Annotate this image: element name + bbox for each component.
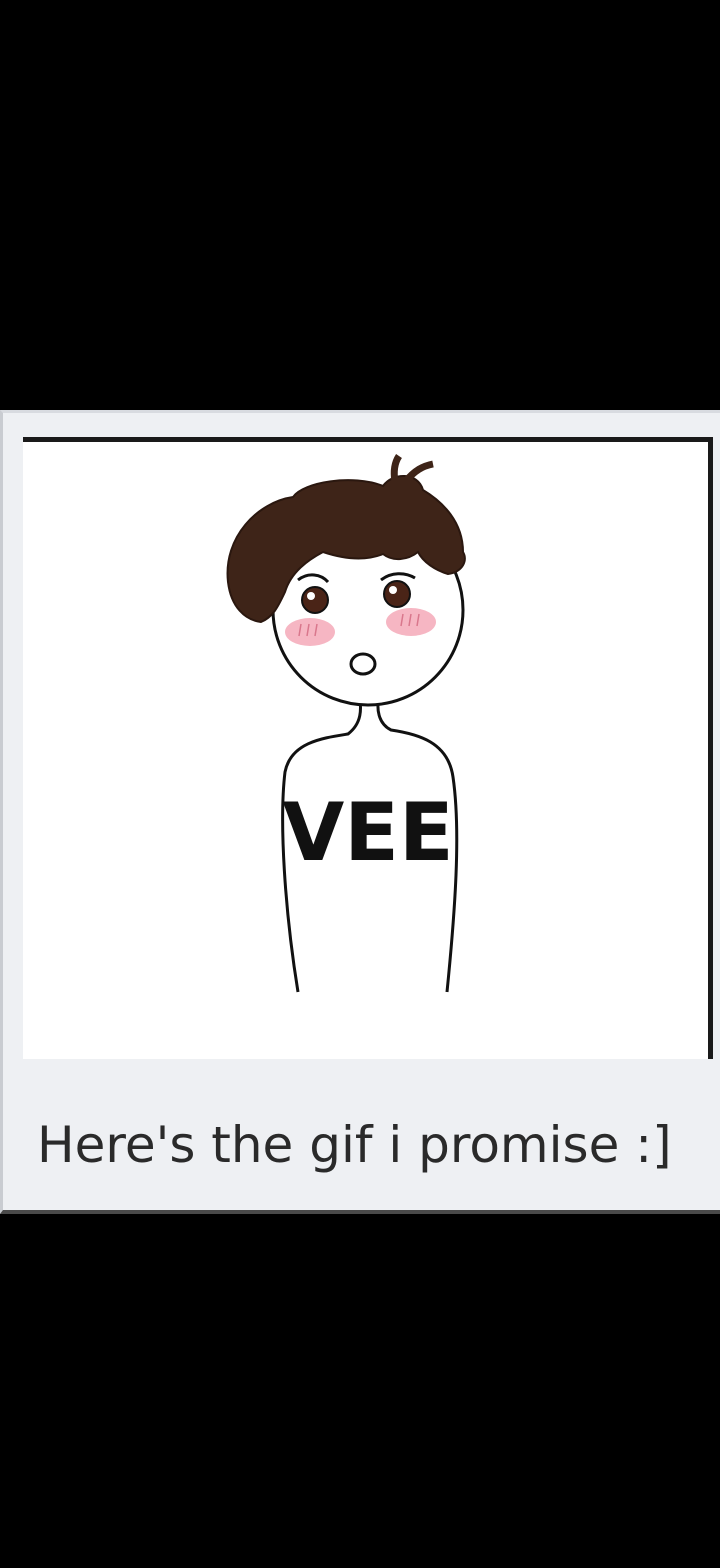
video-screen: VEE Here's the gif i promise :]	[0, 0, 720, 1568]
post-caption: Here's the gif i promise :]	[37, 1116, 672, 1174]
hair-tuft-right	[402, 460, 434, 485]
character-illustration: VEE	[226, 454, 466, 993]
shirt-text: VEE	[282, 786, 453, 879]
left-eye-shine	[307, 592, 315, 600]
right-blush	[386, 608, 436, 636]
mouth	[349, 652, 377, 676]
left-eye	[301, 586, 329, 614]
post-card: VEE Here's the gif i promise :]	[0, 410, 720, 1214]
illustration-frame: VEE	[23, 437, 713, 1059]
right-eye-shine	[389, 586, 397, 594]
left-blush	[285, 618, 335, 646]
right-eye	[383, 580, 411, 608]
